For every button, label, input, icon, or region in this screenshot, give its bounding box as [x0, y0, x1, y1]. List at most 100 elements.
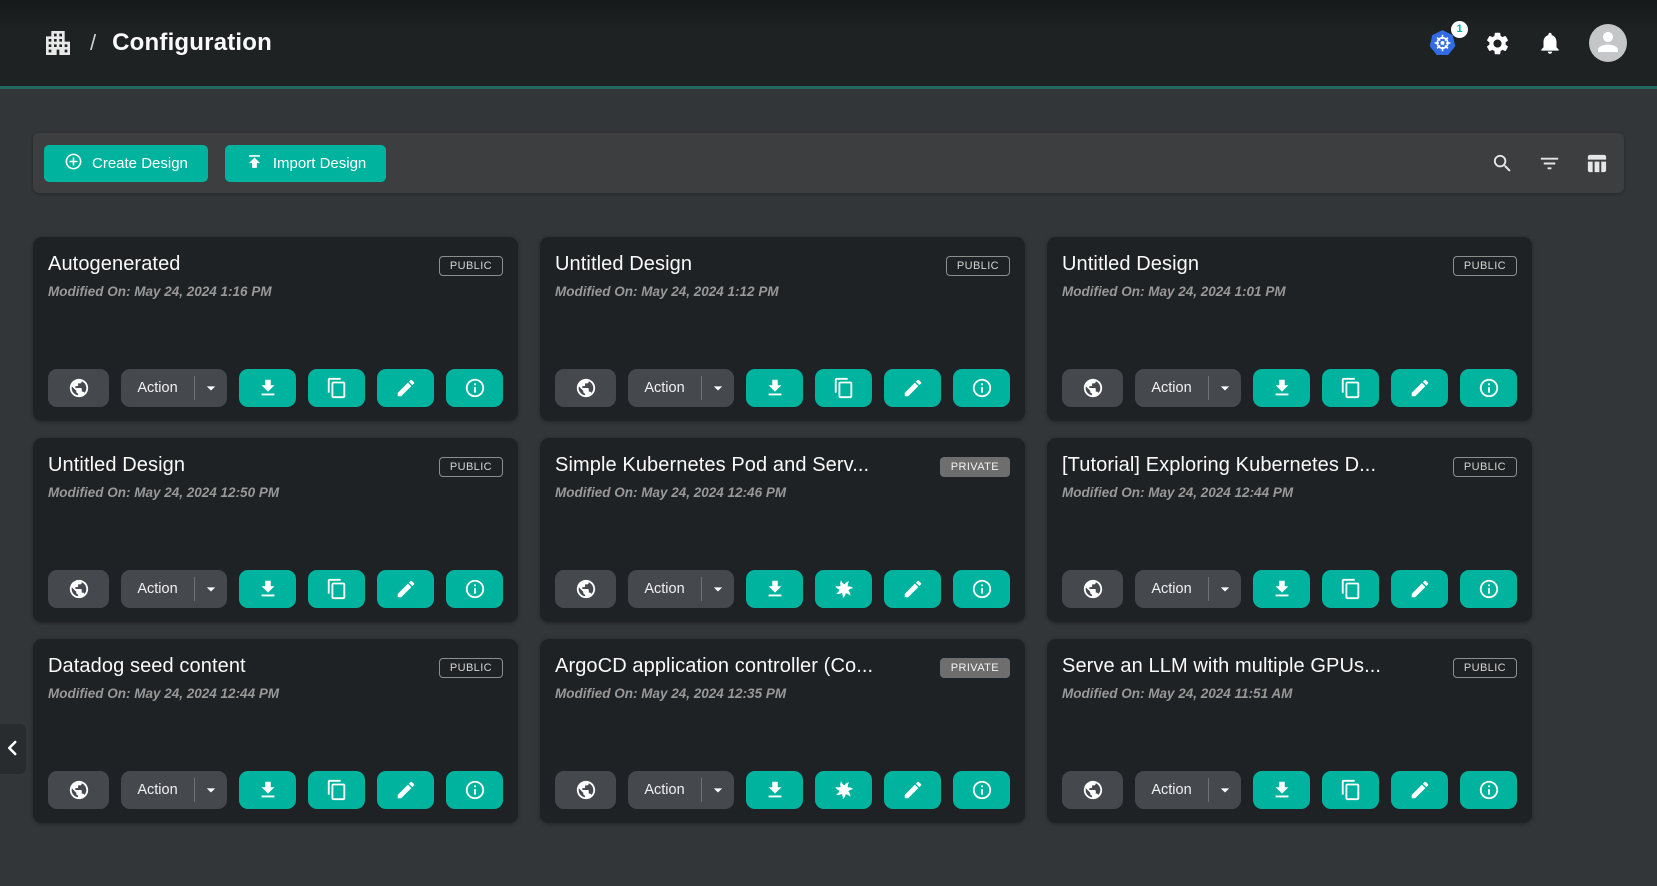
copy-button[interactable] — [1322, 369, 1379, 407]
copy-icon — [326, 377, 348, 399]
download-button[interactable] — [1253, 369, 1310, 407]
card-modified: Modified On: May 24, 2024 12:44 PM — [1062, 485, 1517, 500]
info-button[interactable] — [446, 771, 503, 809]
info-button[interactable] — [953, 369, 1010, 407]
publish-globe-button[interactable] — [555, 369, 616, 407]
globe-icon — [68, 377, 90, 399]
download-button[interactable] — [1253, 570, 1310, 608]
copy-button[interactable] — [308, 771, 365, 809]
edit-button[interactable] — [884, 771, 941, 809]
info-button[interactable] — [1460, 369, 1517, 407]
action-split-button[interactable]: Action — [628, 771, 734, 809]
search-button[interactable] — [1491, 152, 1514, 175]
action-split-button[interactable]: Action — [1135, 771, 1241, 809]
publish-globe-button[interactable] — [48, 570, 109, 608]
action-split-button[interactable]: Action — [628, 570, 734, 608]
card-actions: Action — [48, 570, 503, 608]
caret-down-icon[interactable] — [702, 780, 734, 800]
edit-button[interactable] — [377, 369, 434, 407]
card-title: Untitled Design — [555, 253, 692, 276]
caret-down-icon[interactable] — [1209, 378, 1241, 398]
table-view-button[interactable] — [1585, 152, 1608, 175]
download-button[interactable] — [239, 570, 296, 608]
publish-globe-button[interactable] — [1062, 369, 1123, 407]
info-button[interactable] — [953, 771, 1010, 809]
design-card: Simple Kubernetes Pod and Serv... PRIVAT… — [540, 438, 1025, 622]
info-button[interactable] — [953, 570, 1010, 608]
filter-button[interactable] — [1538, 152, 1561, 175]
action-split-button[interactable]: Action — [121, 771, 227, 809]
action-split-button[interactable]: Action — [121, 369, 227, 407]
kubernetes-context-button[interactable]: 1 — [1427, 28, 1458, 59]
download-button[interactable] — [239, 369, 296, 407]
download-button[interactable] — [1253, 771, 1310, 809]
card-modified: Modified On: May 24, 2024 1:01 PM — [1062, 284, 1517, 299]
publish-globe-button[interactable] — [555, 771, 616, 809]
download-button[interactable] — [746, 570, 803, 608]
download-button[interactable] — [746, 771, 803, 809]
settings-button[interactable] — [1484, 30, 1511, 57]
edit-button[interactable] — [377, 570, 434, 608]
action-split-button[interactable]: Action — [121, 570, 227, 608]
copy-button[interactable] — [815, 369, 872, 407]
publish-globe-button[interactable] — [1062, 771, 1123, 809]
publish-globe-button[interactable] — [1062, 570, 1123, 608]
caret-down-icon[interactable] — [702, 579, 734, 599]
card-title: Serve an LLM with multiple GPUs... — [1062, 655, 1381, 678]
publish-globe-button[interactable] — [48, 771, 109, 809]
notifications-button[interactable] — [1537, 30, 1563, 56]
info-icon — [971, 779, 993, 801]
caret-down-icon[interactable] — [702, 378, 734, 398]
caret-down-icon[interactable] — [195, 579, 227, 599]
design-swirl-button[interactable] — [815, 570, 872, 608]
action-split-button[interactable]: Action — [1135, 369, 1241, 407]
context-count-badge: 1 — [1451, 21, 1468, 38]
pencil-icon — [902, 779, 924, 801]
action-button-label: Action — [1135, 581, 1208, 597]
card-title: [Tutorial] Exploring Kubernetes D... — [1062, 454, 1376, 477]
design-swirl-button[interactable] — [815, 771, 872, 809]
info-button[interactable] — [1460, 570, 1517, 608]
user-avatar[interactable] — [1589, 24, 1627, 62]
edit-button[interactable] — [1391, 369, 1448, 407]
action-split-button[interactable]: Action — [1135, 570, 1241, 608]
pencil-icon — [1409, 377, 1431, 399]
edit-button[interactable] — [1391, 771, 1448, 809]
copy-button[interactable] — [1322, 771, 1379, 809]
edit-button[interactable] — [1391, 570, 1448, 608]
publish-globe-button[interactable] — [48, 369, 109, 407]
caret-down-icon[interactable] — [195, 780, 227, 800]
import-design-button[interactable]: Import Design — [225, 145, 386, 182]
create-design-button[interactable]: Create Design — [44, 145, 208, 182]
design-card: Untitled Design PUBLIC Modified On: May … — [33, 438, 518, 622]
publish-globe-button[interactable] — [555, 570, 616, 608]
info-button[interactable] — [446, 570, 503, 608]
info-button[interactable] — [1460, 771, 1517, 809]
action-split-button[interactable]: Action — [628, 369, 734, 407]
card-title: ArgoCD application controller (Co... — [555, 655, 873, 678]
card-actions: Action — [555, 570, 1010, 608]
caret-down-icon[interactable] — [195, 378, 227, 398]
download-button[interactable] — [239, 771, 296, 809]
info-icon — [464, 578, 486, 600]
download-button[interactable] — [746, 369, 803, 407]
caret-down-icon[interactable] — [1209, 579, 1241, 599]
info-button[interactable] — [446, 369, 503, 407]
copy-icon — [833, 377, 855, 399]
edit-button[interactable] — [884, 369, 941, 407]
globe-icon — [68, 578, 90, 600]
copy-button[interactable] — [308, 570, 365, 608]
edit-button[interactable] — [377, 771, 434, 809]
copy-button[interactable] — [1322, 570, 1379, 608]
create-design-label: Create Design — [92, 155, 188, 172]
card-title: Autogenerated — [48, 253, 181, 276]
action-button-label: Action — [628, 380, 701, 396]
card-actions: Action — [48, 771, 503, 809]
caret-down-icon[interactable] — [1209, 780, 1241, 800]
copy-button[interactable] — [308, 369, 365, 407]
info-icon — [1478, 377, 1500, 399]
drawer-collapse-button[interactable] — [0, 724, 26, 774]
edit-button[interactable] — [884, 570, 941, 608]
import-design-label: Import Design — [273, 155, 366, 172]
action-button-label: Action — [121, 380, 194, 396]
